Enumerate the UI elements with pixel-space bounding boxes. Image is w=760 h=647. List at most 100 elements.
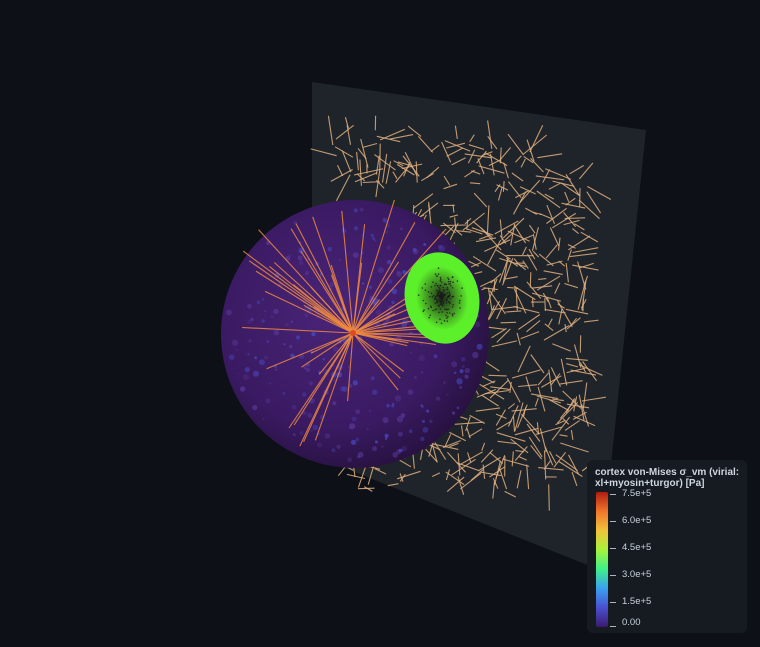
cortex-speckle xyxy=(327,247,332,252)
cortex-speckle xyxy=(292,433,296,437)
cortex-speckle xyxy=(451,361,458,368)
patch-stipple-dot xyxy=(458,302,461,304)
cortex-speckle xyxy=(228,354,235,361)
patch-stipple-dot xyxy=(452,295,455,298)
cortex-speckle xyxy=(262,418,265,421)
cortex-speckle xyxy=(236,372,239,375)
cortex-speckle xyxy=(285,322,289,327)
cortex-speckle xyxy=(264,355,268,360)
patch-stipple-dot xyxy=(448,278,450,281)
patch-stipple-dot xyxy=(449,297,452,300)
cortex-speckle xyxy=(305,367,310,372)
patch-stipple-dot xyxy=(431,296,434,298)
cortex-speckle xyxy=(244,367,250,373)
cortex-speckle xyxy=(391,404,395,408)
patch-stipple-dot xyxy=(424,283,427,285)
filament xyxy=(548,484,550,511)
patch-stipple-dot xyxy=(451,313,454,315)
patch-stipple-dot xyxy=(447,315,449,318)
cortex-speckle xyxy=(420,436,425,442)
cortex-speckle xyxy=(412,247,417,252)
cortex-speckle xyxy=(391,343,395,347)
cortex-speckle xyxy=(387,260,392,265)
filament xyxy=(564,217,586,220)
cortex-speckle xyxy=(476,343,483,350)
cortex-speckle xyxy=(361,282,365,285)
patch-stipple-dot xyxy=(445,302,448,304)
patch-stipple-dot xyxy=(439,288,441,291)
patch-stipple-dot xyxy=(443,289,446,292)
cortex-speckle xyxy=(398,448,403,453)
cortex-speckle xyxy=(370,233,374,238)
patch-stipple-dot xyxy=(440,295,442,297)
patch-stipple-dot xyxy=(448,291,451,293)
cortex-speckle xyxy=(400,227,403,231)
colorbar-tick xyxy=(610,548,616,549)
patch-stipple-dot xyxy=(435,308,438,310)
cortex-speckle xyxy=(282,392,286,395)
patch-stipple-dot xyxy=(449,280,452,283)
cortex-speckle xyxy=(437,244,442,249)
patch-stipple-dot xyxy=(449,282,452,285)
patch-stipple-dot xyxy=(436,300,439,303)
patch-stipple-dot xyxy=(437,267,440,270)
colorbar-tick-label: 0.00 xyxy=(622,617,641,628)
cortex-speckle xyxy=(357,455,361,459)
patch-stipple-dot xyxy=(460,295,463,297)
cortex-speckle xyxy=(396,416,404,423)
cortex-speckle xyxy=(423,243,427,246)
filament xyxy=(544,298,546,312)
cortex-speckle xyxy=(302,392,307,397)
patch-stipple-dot xyxy=(450,285,452,287)
cortex-speckle xyxy=(372,446,377,452)
colorbar-tick xyxy=(610,521,616,522)
cortex-speckle xyxy=(248,339,252,343)
cortex-speckle xyxy=(451,411,456,415)
patch-stipple-dot xyxy=(434,273,437,275)
cortex-speckle xyxy=(350,439,357,445)
patch-stipple-dot xyxy=(442,300,444,303)
patch-stipple-dot xyxy=(452,303,455,306)
cortex-speckle xyxy=(308,381,313,386)
patch-stipple-dot xyxy=(436,298,439,301)
cortex-speckle xyxy=(256,300,261,305)
patch-stipple-dot xyxy=(432,294,435,297)
cortex-speckle xyxy=(291,404,297,410)
cortex-speckle xyxy=(396,271,403,277)
cortex-speckle xyxy=(472,351,479,359)
cortex-speckle xyxy=(353,208,358,213)
patch-stipple-dot xyxy=(446,308,448,311)
patch-stipple-dot xyxy=(432,309,434,312)
patch-stipple-dot xyxy=(439,276,442,279)
cortex-speckle xyxy=(374,239,377,242)
cortex-speckle xyxy=(333,346,338,352)
cortex-speckle xyxy=(266,340,269,343)
cortex-speckle xyxy=(420,404,424,408)
filament xyxy=(357,487,375,490)
patch-stipple-dot xyxy=(442,291,444,294)
colorbar-gradient xyxy=(596,492,608,627)
cortex-speckle xyxy=(387,279,393,284)
patch-stipple-dot xyxy=(439,300,442,302)
patch-stipple-dot xyxy=(434,284,436,287)
patch-stipple-dot xyxy=(437,273,440,275)
cortex-speckle xyxy=(311,332,316,337)
cortex-speckle xyxy=(414,376,417,379)
cortex-speckle xyxy=(336,444,341,449)
cortex-speckle xyxy=(333,379,336,382)
cortex-speckle xyxy=(329,282,334,288)
cortex-speckle xyxy=(253,370,259,377)
patch-stipple-dot xyxy=(438,311,440,314)
patch-stipple-dot xyxy=(439,284,442,287)
patch-stipple-dot xyxy=(452,281,454,284)
cortex-speckle xyxy=(368,409,372,413)
cortex-speckle xyxy=(359,207,364,212)
cortex-speckle xyxy=(273,308,279,315)
cortex-speckle xyxy=(366,428,369,431)
cortex-speckle xyxy=(235,348,238,351)
patch-stipple-dot xyxy=(423,309,425,311)
patch-stipple-dot xyxy=(447,308,450,311)
cortex-speckle xyxy=(409,429,413,433)
patch-stipple-dot xyxy=(446,286,449,289)
cortex-speckle xyxy=(418,354,425,362)
